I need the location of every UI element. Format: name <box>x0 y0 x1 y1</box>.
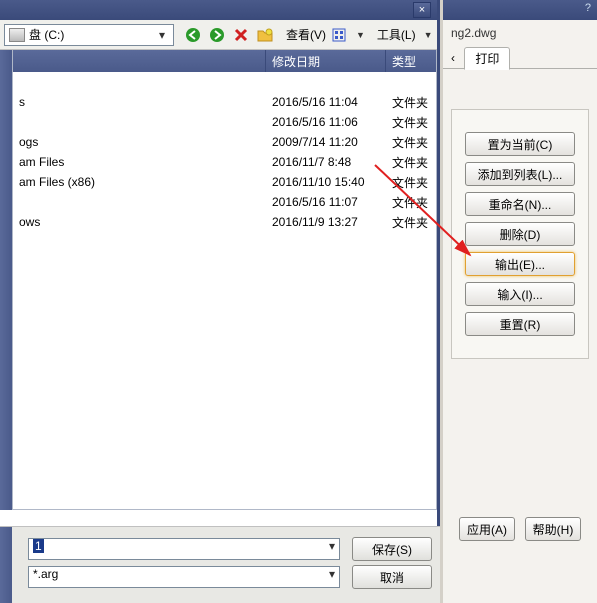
dialog-toolbar: 盘 (C:) ▾ 查看(V) ▼ 工具(L) ▼ <box>0 20 437 50</box>
cell-date: 2016/5/16 11:04 <box>266 95 386 109</box>
chevron-down-icon[interactable]: ▼ <box>356 30 365 40</box>
path-combobox[interactable]: 盘 (C:) ▾ <box>4 24 174 46</box>
file-save-dialog: × 盘 (C:) ▾ 查看(V) ▼ 工具(L) <box>0 0 440 603</box>
cell-name: ows <box>13 215 266 229</box>
tab-print[interactable]: 打印 <box>464 47 510 70</box>
file-list[interactable]: 修改日期 类型 s2016/5/16 11:04文件夹2016/5/16 11:… <box>12 50 437 510</box>
help-icon[interactable]: ? <box>585 2 591 20</box>
footer-sidebar-strip <box>0 527 12 603</box>
list-body: s2016/5/16 11:04文件夹2016/5/16 11:06文件夹ogs… <box>13 72 436 232</box>
delete-icon[interactable] <box>232 26 250 44</box>
document-name: ng2.dwg <box>451 26 589 40</box>
tools-menu-button[interactable]: 工具(L) <box>377 26 416 43</box>
path-label: 盘 (C:) <box>29 26 155 43</box>
cell-name: am Files <box>13 155 266 169</box>
cell-type: 文件夹 <box>386 214 436 231</box>
cell-date: 2016/5/16 11:06 <box>266 115 386 129</box>
dialog-titlebar: × <box>0 0 437 20</box>
cell-type: 文件夹 <box>386 154 436 171</box>
filetype-combobox[interactable]: *.arg ▾ <box>28 566 340 588</box>
file-list-area: 修改日期 类型 s2016/5/16 11:04文件夹2016/5/16 11:… <box>0 50 437 510</box>
view-menu-button[interactable]: 查看(V) <box>286 26 326 43</box>
back-icon[interactable] <box>184 26 202 44</box>
chevron-down-icon[interactable]: ▾ <box>329 567 335 581</box>
import-button[interactable]: 输入(I)... <box>465 282 575 306</box>
cell-type: 文件夹 <box>386 94 436 111</box>
table-row[interactable]: s2016/5/16 11:04文件夹 <box>13 92 436 112</box>
column-type[interactable]: 类型 <box>386 50 436 72</box>
cell-type: 文件夹 <box>386 174 436 191</box>
cell-name: ogs <box>13 135 266 149</box>
drive-icon <box>9 28 25 42</box>
export-button[interactable]: 输出(E)... <box>465 252 575 276</box>
table-row[interactable]: 2016/5/16 11:06文件夹 <box>13 112 436 132</box>
filename-input[interactable]: 1 ▾ <box>28 538 340 560</box>
cell-type: 文件夹 <box>386 194 436 211</box>
cell-type: 文件夹 <box>386 134 436 151</box>
save-button[interactable]: 保存(S) <box>352 537 432 561</box>
toolbar-icons: 查看(V) ▼ 工具(L) ▼ <box>184 26 433 44</box>
table-row[interactable]: am Files2016/11/7 8:48文件夹 <box>13 152 436 172</box>
set-current-button[interactable]: 置为当前(C) <box>465 132 575 156</box>
add-to-list-button[interactable]: 添加到列表(L)... <box>465 162 575 186</box>
cell-date: 2016/11/10 15:40 <box>266 175 386 189</box>
panel-footer-actions: 应用(A) 帮助(H) <box>451 509 589 549</box>
panel-tabs: ng2.dwg ‹ 打印 <box>443 20 597 68</box>
table-row[interactable]: ogs2009/7/14 11:20文件夹 <box>13 132 436 152</box>
close-icon[interactable]: × <box>413 2 431 18</box>
apply-button[interactable]: 应用(A) <box>459 517 515 541</box>
view-options-icon[interactable] <box>330 26 348 44</box>
rename-button[interactable]: 重命名(N)... <box>465 192 575 216</box>
action-group: 置为当前(C) 添加到列表(L)... 重命名(N)... 删除(D) 输出(E… <box>451 109 589 359</box>
cell-date: 2016/11/7 8:48 <box>266 155 386 169</box>
chevron-down-icon[interactable]: ▾ <box>329 539 335 553</box>
cell-name: am Files (x86) <box>13 175 266 189</box>
delete-button[interactable]: 删除(D) <box>465 222 575 246</box>
forward-icon[interactable] <box>208 26 226 44</box>
cell-name: s <box>13 95 266 109</box>
chevron-down-icon[interactable]: ▼ <box>424 30 433 40</box>
column-date[interactable]: 修改日期 <box>266 50 386 72</box>
tab-hint: ‹ <box>451 51 455 65</box>
column-name[interactable] <box>13 50 266 72</box>
cell-date: 2016/5/16 11:07 <box>266 195 386 209</box>
filename-value: 1 <box>33 539 44 553</box>
dialog-footer: 1 ▾ 保存(S) *.arg ▾ 取消 <box>0 526 440 603</box>
cancel-button[interactable]: 取消 <box>352 565 432 589</box>
cell-type: 文件夹 <box>386 114 436 131</box>
table-row[interactable]: am Files (x86)2016/11/10 15:40文件夹 <box>13 172 436 192</box>
panel-titlebar: ? <box>443 0 597 20</box>
table-row[interactable] <box>13 72 436 92</box>
chevron-down-icon[interactable]: ▾ <box>155 28 169 42</box>
options-panel: ? ng2.dwg ‹ 打印 置为当前(C) 添加到列表(L)... 重命名(N… <box>443 0 597 603</box>
places-sidebar <box>0 50 12 510</box>
panel-body: 置为当前(C) 添加到列表(L)... 重命名(N)... 删除(D) 输出(E… <box>443 68 597 557</box>
table-row[interactable]: ows2016/11/9 13:27文件夹 <box>13 212 436 232</box>
cell-date: 2009/7/14 11:20 <box>266 135 386 149</box>
new-folder-icon[interactable] <box>256 26 274 44</box>
filetype-value: *.arg <box>33 567 58 581</box>
help-button[interactable]: 帮助(H) <box>525 517 581 541</box>
cell-date: 2016/11/9 13:27 <box>266 215 386 229</box>
table-row[interactable]: 2016/5/16 11:07文件夹 <box>13 192 436 212</box>
reset-button[interactable]: 重置(R) <box>465 312 575 336</box>
list-header: 修改日期 类型 <box>13 50 436 72</box>
